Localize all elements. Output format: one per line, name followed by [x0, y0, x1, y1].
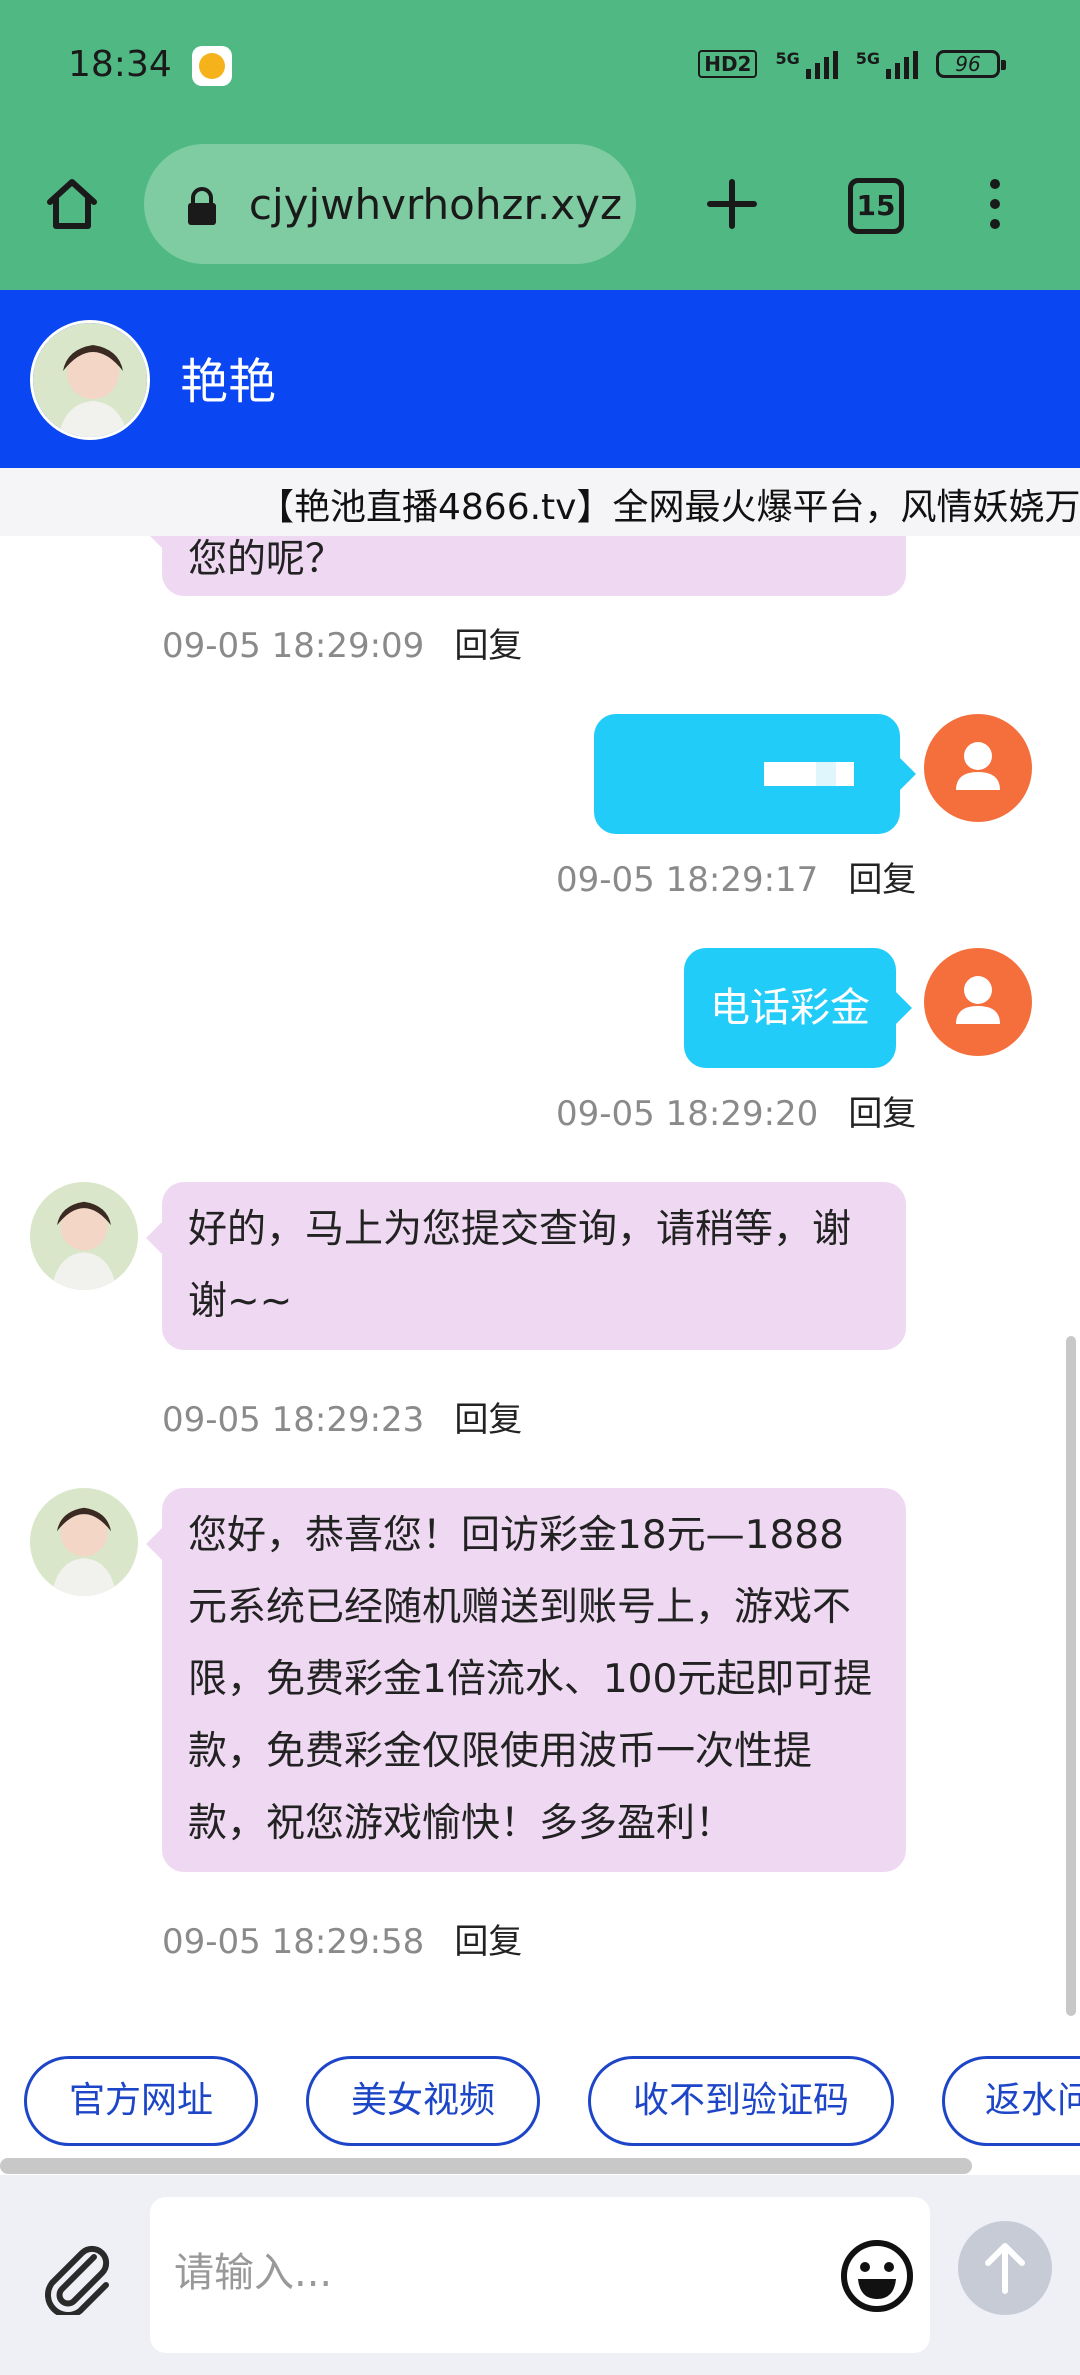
- quick-reply-chip[interactable]: 美女视频: [306, 2056, 540, 2146]
- input-bar: [0, 2175, 1080, 2375]
- message-meta: 09-05 18:29:58 回复: [162, 1914, 522, 1963]
- paperclip-icon[interactable]: [36, 2235, 116, 2315]
- horizontal-scrollbar[interactable]: [0, 2158, 972, 2174]
- message-time: 09-05 18:29:20: [556, 1094, 819, 1134]
- reply-button[interactable]: 回复: [454, 626, 522, 666]
- agent-message-bubble: 您的呢？: [146, 536, 906, 596]
- notice-text: 【艳池直播4866.tv】全网最火爆平台，风情妖娆万千: [258, 487, 1080, 528]
- quick-reply-chip[interactable]: 返水问题: [942, 2056, 1080, 2146]
- emoji-icon[interactable]: [840, 2239, 914, 2313]
- message-meta: 09-05 18:29:09 回复: [162, 618, 522, 667]
- new-tab-plus-icon[interactable]: [702, 174, 762, 234]
- agent-message-bubble: 您好，恭喜您！回访彩金18元—1888元系统已经随机赠送到账号上，游戏不限，免费…: [146, 1488, 906, 1872]
- status-indicators: HD2 5G 5G 96: [698, 44, 1006, 84]
- agent-name: 艳艳: [180, 354, 277, 410]
- redaction-block: [836, 762, 854, 786]
- signal-5g-icon-1: 5G: [775, 49, 838, 79]
- user-message-bubble: [594, 714, 916, 834]
- chat-header: 艳艳: [0, 290, 1080, 468]
- message-time: 09-05 18:29:17: [556, 860, 819, 900]
- notice-marquee: 【艳池直播4866.tv】全网最火爆平台，风情妖娆万千: [0, 468, 1080, 536]
- reply-button[interactable]: 回复: [454, 1400, 522, 1440]
- user-avatar: [924, 714, 1032, 822]
- user-message-bubble: 电话彩金: [684, 948, 912, 1068]
- hd-voice-icon: HD2: [698, 50, 758, 78]
- url-text: cjyjwhvrhohzr.xyz: [248, 180, 622, 229]
- message-input[interactable]: [172, 2237, 772, 2309]
- status-bar: 18:34 HD2 5G 5G 96: [0, 0, 1080, 130]
- reply-button[interactable]: 回复: [454, 1922, 522, 1962]
- home-icon[interactable]: [42, 174, 102, 234]
- quick-reply-bar: 官方网址 美女视频 收不到验证码 返水问题: [0, 2026, 1080, 2166]
- arrow-up-icon: [985, 2243, 1025, 2294]
- message-input-wrapper: [150, 2197, 930, 2353]
- message-list[interactable]: 您的呢？ 09-05 18:29:09 回复 09-05 18:29:17 回复 电…: [0, 536, 1080, 2026]
- reply-button[interactable]: 回复: [848, 860, 916, 900]
- user-avatar: [924, 948, 1032, 1056]
- redaction-block: [816, 762, 836, 786]
- vertical-scrollbar[interactable]: [1066, 1336, 1076, 2016]
- message-meta: 09-05 18:29:17 回复: [556, 852, 916, 901]
- send-button[interactable]: [958, 2221, 1052, 2315]
- quick-reply-chip[interactable]: 官方网址: [24, 2056, 258, 2146]
- quick-reply-chip[interactable]: 收不到验证码: [588, 2056, 894, 2146]
- message-text: 好的，马上为您提交查询，请稍等，谢谢~~: [188, 1207, 852, 1324]
- message-meta: 09-05 18:29:23 回复: [162, 1392, 522, 1441]
- agent-message-bubble: 好的，马上为您提交查询，请稍等，谢谢~~: [146, 1182, 906, 1350]
- reply-button[interactable]: 回复: [848, 1094, 916, 1134]
- message-time: 09-05 18:29:09: [162, 626, 425, 666]
- message-time: 09-05 18:29:23: [162, 1400, 425, 1440]
- message-text: 您的呢？: [188, 537, 345, 582]
- more-menu-icon[interactable]: [980, 174, 1010, 234]
- message-time: 09-05 18:29:58: [162, 1922, 425, 1962]
- agent-avatar[interactable]: [30, 320, 150, 440]
- message-meta: 09-05 18:29:20 回复: [556, 1086, 916, 1135]
- address-bar[interactable]: cjyjwhvrhohzr.xyz: [144, 144, 636, 264]
- app-notification-icon: [192, 46, 232, 86]
- tab-switcher-button[interactable]: 15: [848, 178, 904, 234]
- agent-avatar: [30, 1488, 138, 1596]
- status-time: 18:34: [68, 44, 172, 85]
- lock-icon: [188, 187, 216, 225]
- redaction-block: [764, 762, 816, 786]
- signal-5g-icon-2: 5G: [856, 49, 918, 79]
- agent-avatar: [30, 1182, 138, 1290]
- battery-icon: 96: [936, 50, 1006, 78]
- message-text: 您好，恭喜您！回访彩金18元—1888元系统已经随机赠送到账号上，游戏不限，免费…: [188, 1513, 873, 1846]
- message-text: 电话彩金: [710, 985, 870, 1031]
- browser-toolbar: cjyjwhvrhohzr.xyz 15: [0, 130, 1080, 290]
